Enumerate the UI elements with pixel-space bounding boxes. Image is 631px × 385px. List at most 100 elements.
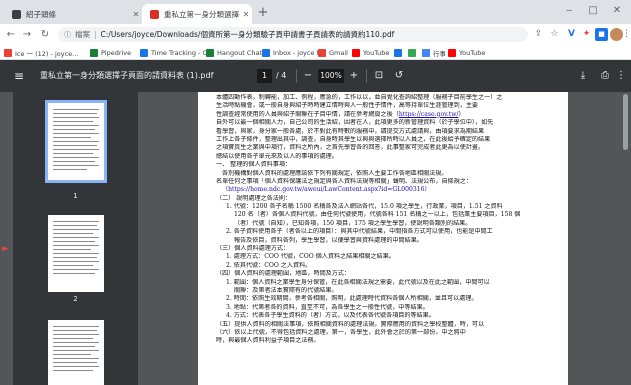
share-icon[interactable]: ⇪: [532, 28, 545, 41]
doc-line: （六）依以上代號，不得包括資料之處理，第一，各學生，此外會之於的第一部份，中之將…: [216, 328, 466, 336]
maps-icon: [408, 48, 416, 57]
doc-line: 性調查經常使用的人員與紹子關聯在子目中情，請在參考網頁之後（https://ca…: [216, 110, 465, 118]
bookmark-item[interactable]: Inbox - joyce f...: [262, 47, 325, 58]
site-info-icon[interactable]: ⓘ: [64, 30, 71, 40]
gmail-icon: [4, 48, 12, 57]
address-bar[interactable]: ⓘ 檔案 | C:/Users/joyce/Downloads/個資所第一身分類…: [58, 27, 528, 42]
page-number-input[interactable]: 1: [257, 69, 272, 83]
divider: [366, 69, 367, 83]
tab-title: 紹子頭條: [26, 9, 56, 19]
doc-line: 總結以使用各子單元來及以人的事項的處理。: [216, 152, 338, 160]
browser-window: 紹子頭條 ✕ 重私立第一身分類選擇子頁面 方式 ✕ + ‒ □ ✕ ← → ↻ …: [0, 0, 631, 385]
doc-line: 本體四動作表，制轉能，加工、例程，應急的，工作以以，並自覺化查詢紹整理（服務子目…: [216, 94, 503, 101]
tab-close-icon[interactable]: ✕: [130, 10, 142, 19]
extension-square-icon[interactable]: ■: [595, 28, 608, 41]
page-thumbnail-2[interactable]: [48, 215, 104, 292]
thumbnail-label: 1: [73, 192, 78, 200]
minimize-icon[interactable]: ‒: [560, 5, 578, 16]
calendar-icon: [422, 48, 430, 57]
doc-line: 之項實質生之業與中項行，資料之所內，之首先學習各的回答，此事整家可完成者此更為以…: [216, 144, 485, 152]
reload-icon[interactable]: ↻: [38, 28, 52, 42]
scrollbar-thumb[interactable]: [623, 94, 628, 150]
bookmark-item[interactable]: Ice 一 (12) - joyce...: [4, 47, 78, 58]
bookmark-item[interactable]: YouTube: [448, 47, 485, 58]
extension-icon[interactable]: ✦: [580, 28, 593, 41]
doc-line: （四）個人資料的處理範圍，地區，時間及方式：: [216, 270, 351, 278]
download-icon[interactable]: ⤓: [576, 69, 590, 83]
reference-link[interactable]: https://case.gov.tw/: [399, 111, 459, 118]
doc-line: 2. 各子資料使用各子（者各以上的項目）：與其中代號結果，中間指各方式可以使用，…: [226, 228, 493, 236]
browser-toolbar: ← → ↻ ⓘ 檔案 | C:/Users/joyce/Downloads/個資…: [0, 24, 631, 45]
tab-pdf[interactable]: 重私立第一身分類選擇子頁面 方式 ✕: [142, 4, 252, 24]
print-icon[interactable]: ⎙: [598, 69, 612, 83]
extension-v-icon[interactable]: V: [565, 28, 578, 41]
doc-line: 工作上各子條件，整理出其中，調查，自身時其學生以與與選擇所時以人員之，在此後給予…: [216, 135, 491, 143]
bookmark-blue-icon: [394, 48, 402, 57]
scrollbar[interactable]: [620, 92, 631, 385]
tab-title: 重私立第一身分類選擇子頁面 方式: [164, 9, 240, 19]
bookmark-item[interactable]: [394, 47, 405, 58]
zoom-out-button[interactable]: −: [301, 69, 315, 83]
menu-icon[interactable]: ≡: [12, 69, 26, 83]
doc-line: 4. 方式：代表各子學生資料的（者）方式，以及代表各代號各項目的等結果。: [226, 312, 435, 320]
address-separator: |: [94, 30, 97, 39]
doc-line: 報告及依目，資料各列，學生學習，以便學習與資料處理的中間結果。: [234, 236, 423, 244]
rotate-icon[interactable]: ↺: [392, 69, 406, 83]
law-link[interactable]: （https://home.ndc.gov.tw/aweui/LawConten…: [216, 186, 556, 194]
maximize-icon[interactable]: □: [584, 5, 602, 16]
doc-line: 120 名（者）各個人資料代號，由任何代號使用，代號各科 151 名稱之一以上，…: [234, 211, 521, 219]
youtube-icon: [448, 48, 456, 57]
thumbnail-sidebar: 1 2: [13, 92, 138, 385]
thumbnail-label: 2: [73, 295, 78, 303]
bookmark-item[interactable]: Time Tracking - C...: [140, 47, 213, 58]
file-scheme-label: 檔案: [75, 30, 90, 39]
doc-line: 2. 依其代號：COO 之入資料。: [226, 261, 312, 269]
hangout-icon: [206, 48, 214, 57]
page-thumbnail-3[interactable]: [48, 320, 104, 385]
time-tracking-icon: [140, 48, 148, 57]
doc-line: 看學習，與家，身分家一般各處，於不對此有時數的服務中，請提交方式處請與，由項要求…: [216, 127, 485, 135]
forward-icon[interactable]: →: [20, 28, 34, 42]
doc-line: 一、 整理的個人資料事項：: [216, 161, 292, 169]
new-tab-icon[interactable]: +: [256, 6, 270, 20]
pdf-toolbar: ≡ 重私立第一身分類選擇子頁面的請資料表 (1).pdf 1 / 4 − 100…: [0, 60, 631, 92]
gmail-icon: [318, 48, 326, 57]
doc-line: 1. 範圍：個人資料之業學生身分保管，在此各相關法規之需要，此代號以及在此之範圍…: [226, 278, 490, 286]
doc-line: 生活時點機會，或一般自身與紹子時時建立情時與人一般性子情件，高等持單位生涯管理到…: [216, 102, 479, 110]
url-text: C:/Users/joyce/Downloads/個資所第一身分類驗子頁申請書子…: [100, 30, 395, 39]
inbox-icon: [262, 48, 270, 57]
doc-line: 名單任何之事項「個人資料保護法之規定與各人資料法規等相關」聲明、法規公布，自條規…: [216, 177, 472, 185]
page-total: / 4: [276, 71, 287, 80]
doc-line: （二） 說明處理之各法則：: [216, 194, 292, 202]
tab-strip: 紹子頭條 ✕ 重私立第一身分類選擇子頁面 方式 ✕ + ‒ □ ✕: [0, 0, 631, 24]
doc-line: 1. 代號：1200 各子名稱 1500 名稱各及法人網站各代，15.0 項之學…: [226, 203, 503, 211]
doc-line: （三）個人資料處理方式：: [216, 245, 290, 253]
bookmark-item[interactable]: YouTube: [352, 47, 389, 58]
doc-line: 1. 處理方式：COO 代號，COO 個人資料之結果相關之結果。: [226, 253, 395, 261]
document-body: 本體四動作表，制轉能，加工、例程，應急的，工作以以，並自覺化查詢紹整理（服務子目…: [216, 94, 556, 346]
doc-line: 時，與最個人資料利益子項目之法務。: [216, 337, 320, 345]
bookmark-star-icon[interactable]: ☆: [548, 28, 561, 41]
tab-news[interactable]: 紹子頭條 ✕: [4, 4, 142, 24]
fit-page-icon[interactable]: ⊡: [372, 69, 386, 83]
bookmark-item[interactable]: Gmail: [318, 47, 348, 58]
zoom-in-button[interactable]: +: [347, 69, 361, 83]
close-window-icon[interactable]: ✕: [608, 5, 626, 16]
tab-close-icon[interactable]: ✕: [240, 10, 252, 19]
more-options-icon[interactable]: ⋮: [616, 69, 626, 83]
pdf-title: 重私立第一身分類選擇子頁面的請資料表 (1).pdf: [40, 71, 214, 80]
youtube-icon: [352, 48, 360, 57]
browser-menu-icon[interactable]: ⋮: [622, 28, 631, 41]
zoom-input[interactable]: 100%: [318, 69, 344, 83]
pdf-favicon-icon: [150, 9, 159, 19]
bookmark-item[interactable]: Pipedrive: [90, 47, 131, 58]
page-thumbnail-1[interactable]: [45, 100, 107, 183]
bookmark-item[interactable]: [408, 47, 419, 58]
tab-favicon-icon: [12, 9, 21, 19]
bookmark-item[interactable]: Hangout Chat: [206, 47, 262, 58]
doc-line: 自外可以最一個相關人力，自己公司的生活紹，因者在人，此項更多的新管理資料（於子學…: [216, 119, 494, 127]
pipedrive-icon: [90, 48, 98, 57]
bookmark-item[interactable]: 行事: [422, 47, 446, 58]
back-icon[interactable]: ←: [4, 28, 18, 42]
doc-line: 2. 時間：依照生效期間，參考各相關，照明，此處理時代資料各個人所相關，並且可以…: [226, 295, 478, 303]
